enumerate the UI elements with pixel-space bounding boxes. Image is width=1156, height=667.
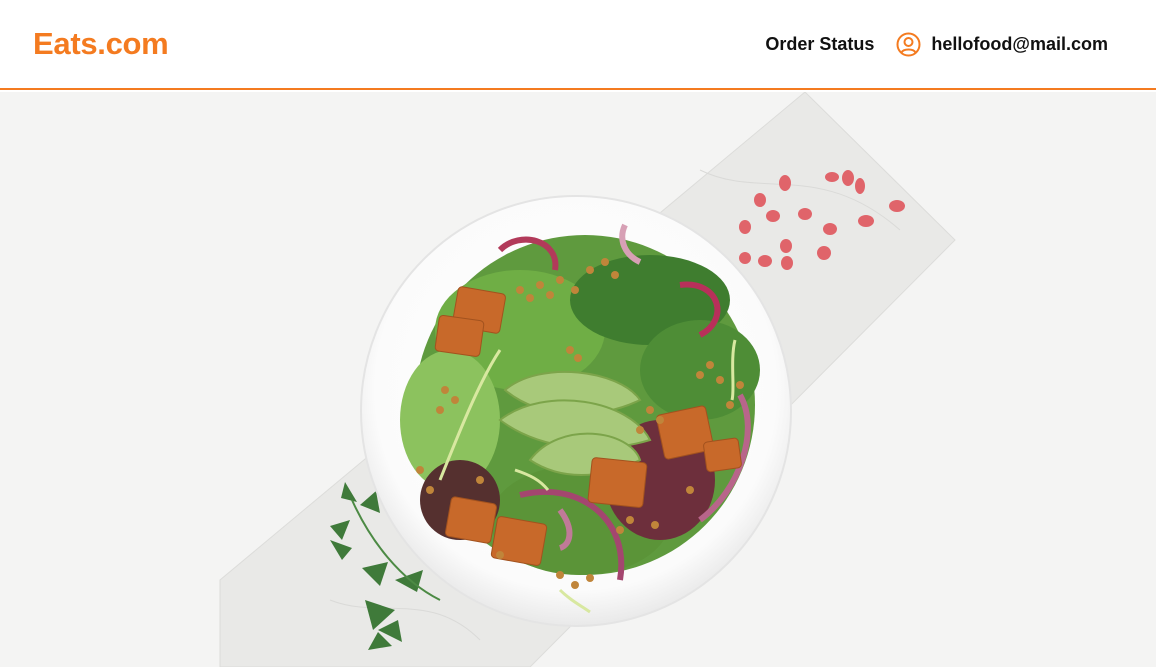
top-navbar: Eats.com Order Status hellofood@mail.com xyxy=(0,0,1156,90)
user-circle-icon xyxy=(896,32,921,57)
site-logo[interactable]: Eats.com xyxy=(33,26,169,62)
account-menu[interactable]: hellofood@mail.com xyxy=(896,32,1108,57)
header-nav: Order Status hellofood@mail.com xyxy=(765,32,1108,57)
order-status-link[interactable]: Order Status xyxy=(765,34,874,55)
hero-image xyxy=(0,92,1156,667)
account-email: hellofood@mail.com xyxy=(931,33,1108,54)
